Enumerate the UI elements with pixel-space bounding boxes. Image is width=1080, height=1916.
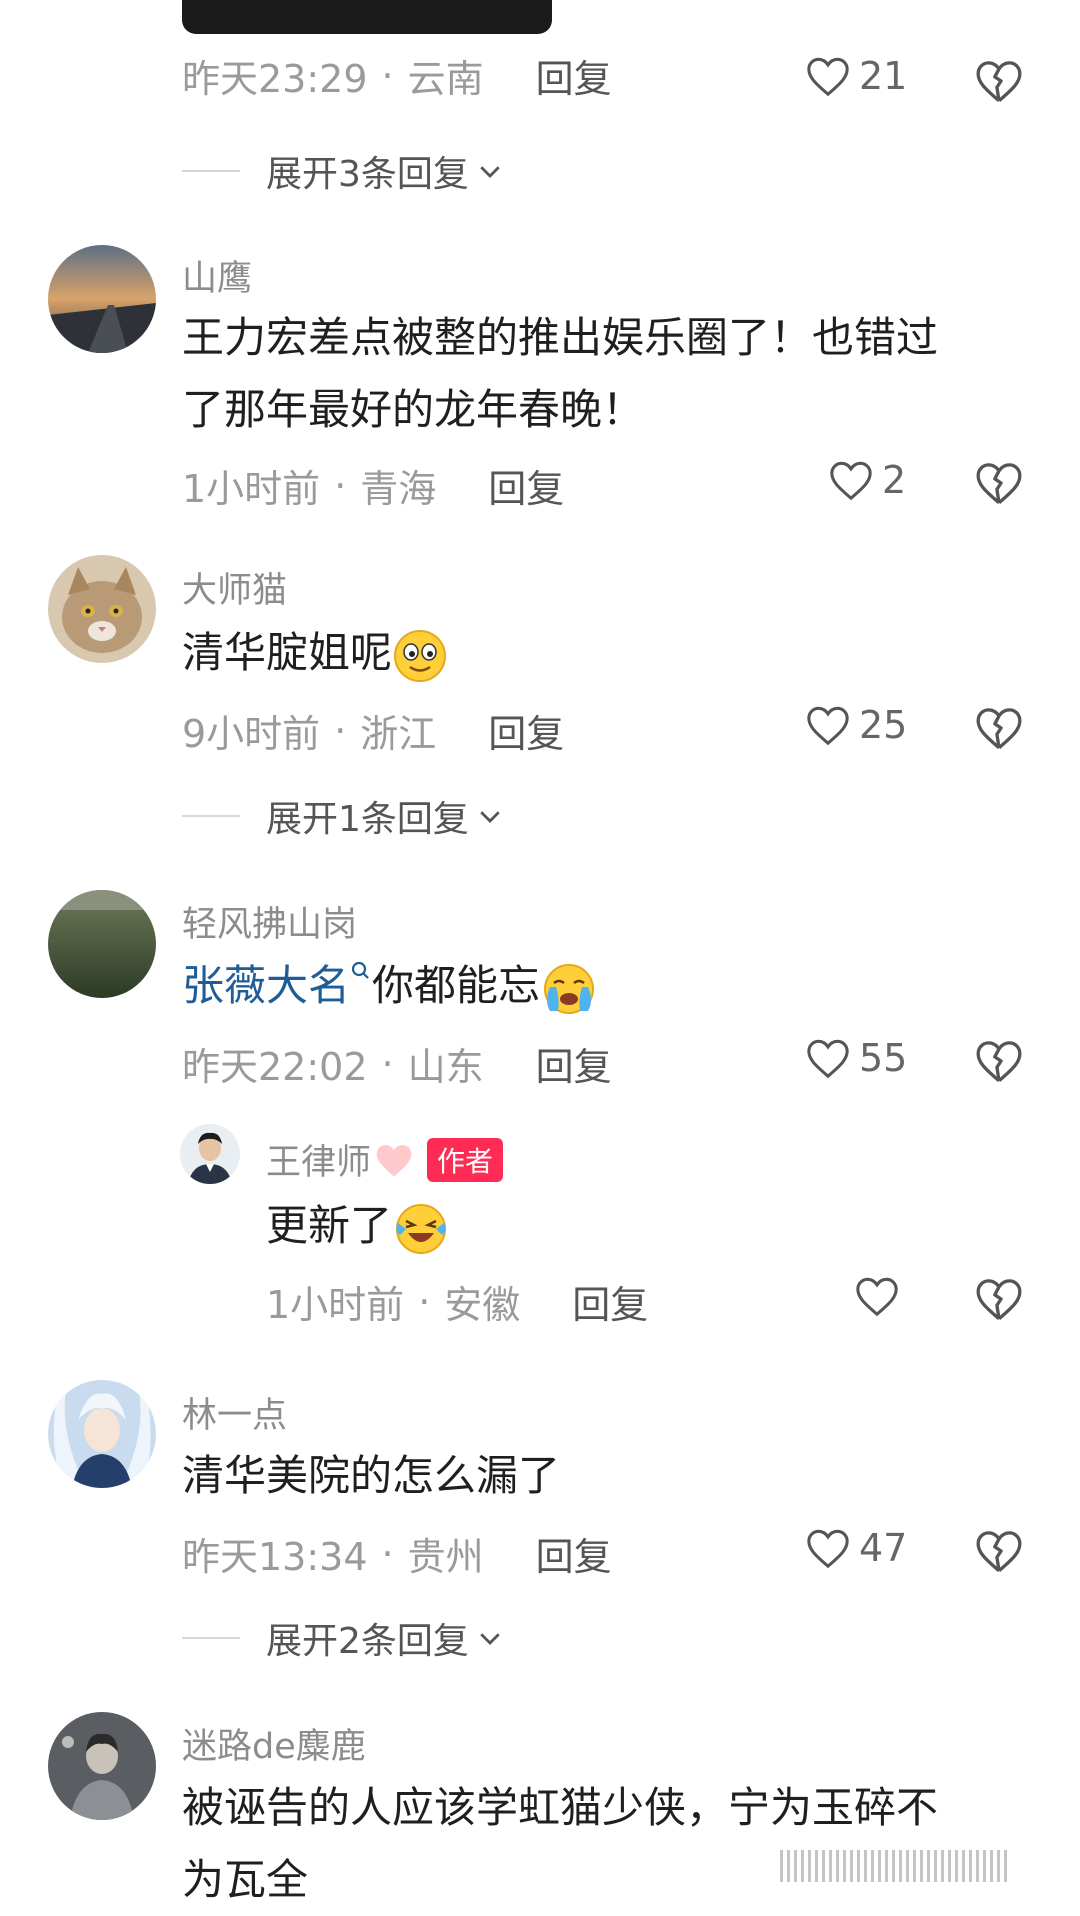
heart-outline-icon	[830, 461, 872, 501]
heart-outline-icon	[807, 706, 849, 746]
like-button[interactable]	[854, 1274, 900, 1318]
comment-meta: 9小时前 · 浙江 回复	[182, 703, 564, 758]
comment-text: 王力宏差点被整的推出娱乐圈了！也错过	[182, 313, 939, 362]
reply-button[interactable]: 回复	[488, 458, 564, 513]
like-count: 25	[859, 703, 908, 747]
divider-line	[182, 815, 240, 817]
heart-outline-icon	[856, 1277, 898, 1317]
reply-meta: 1小时前 · 安徽 回复	[266, 1274, 648, 1329]
broken-heart-icon[interactable]	[974, 458, 1024, 508]
username[interactable]: 山鹰	[182, 250, 252, 301]
like-button[interactable]: 21	[805, 54, 907, 98]
reply-button[interactable]: 回复	[536, 1526, 612, 1581]
like-button[interactable]: 25	[805, 703, 907, 747]
comment-text-body: 你都能忘	[372, 961, 541, 1010]
comment-text-body: 清华腚姐呢	[182, 628, 393, 677]
comment-meta: 1小时前 · 青海 回复	[182, 458, 564, 513]
like-count: 2	[882, 458, 907, 502]
reply-button[interactable]: 回复	[536, 1036, 612, 1091]
reply-text: 更新了	[266, 1190, 450, 1262]
reply-time: 1小时前	[266, 1283, 405, 1327]
separator-dot: ·	[381, 1531, 394, 1576]
broken-heart-icon[interactable]	[974, 703, 1024, 753]
comment-meta: 昨天22:02 · 山东 回复	[182, 1036, 612, 1091]
expand-replies[interactable]: 展开3条回复	[182, 145, 505, 197]
reply-username-row: 王律师 作者	[266, 1134, 504, 1185]
separator-dot: ·	[418, 1279, 431, 1324]
comment-location: 青海	[360, 467, 437, 511]
reply-avatar[interactable]	[180, 1124, 240, 1184]
search-icon[interactable]	[350, 960, 372, 986]
comment-location: 云南	[407, 57, 484, 101]
reply-button[interactable]: 回复	[572, 1274, 648, 1329]
broken-heart-icon[interactable]	[974, 56, 1024, 106]
pink-heart-icon	[376, 1144, 412, 1176]
like-button[interactable]: 55	[805, 1036, 907, 1080]
avatar[interactable]	[48, 1380, 156, 1488]
comment-time: 1小时前	[182, 467, 321, 511]
comment-location: 浙江	[360, 712, 437, 756]
comment-text: 为瓦全	[182, 1855, 309, 1904]
reply-username[interactable]: 王律师	[266, 1134, 371, 1185]
heart-outline-icon	[807, 1039, 849, 1079]
broken-heart-icon[interactable]	[974, 1274, 1024, 1324]
like-button[interactable]: 2	[828, 458, 906, 502]
crying-emoji-icon	[544, 963, 595, 1014]
broken-heart-icon[interactable]	[974, 1526, 1024, 1576]
comment-text: 清华美院的怎么漏了	[182, 1451, 561, 1500]
like-button[interactable]: 47	[805, 1526, 907, 1570]
comment-meta: 昨天23:29 · 云南 回复	[182, 48, 612, 103]
avatar[interactable]	[48, 1712, 156, 1820]
laughing-crying-emoji-icon	[396, 1203, 447, 1254]
username[interactable]: 迷路de麋鹿	[182, 1718, 366, 1769]
expand-label: 展开2条回复	[266, 1621, 469, 1662]
comment-location: 山东	[407, 1045, 484, 1089]
comment-text: 清华腚姐呢	[182, 617, 448, 689]
like-count: 47	[859, 1526, 908, 1570]
reply-button[interactable]: 回复	[536, 48, 612, 103]
smiley-emoji-icon	[394, 629, 447, 682]
expand-label: 展开3条回复	[266, 154, 469, 195]
avatar[interactable]	[48, 555, 156, 663]
comment-meta: 昨天13:34 · 贵州 回复	[182, 1526, 612, 1581]
watermark	[780, 1850, 1010, 1882]
clipped-comment-image	[182, 0, 552, 34]
reply-button[interactable]: 回复	[488, 703, 564, 758]
like-count: 55	[859, 1036, 908, 1080]
comment-time: 昨天13:34	[182, 1535, 368, 1579]
chevron-down-icon	[480, 1633, 500, 1645]
expand-replies[interactable]: 展开2条回复	[182, 1612, 505, 1664]
comment-time: 9小时前	[182, 712, 321, 756]
like-count: 21	[859, 54, 908, 98]
divider-line	[182, 170, 240, 172]
heart-outline-icon	[807, 57, 849, 97]
chevron-down-icon	[480, 166, 500, 178]
chevron-down-icon	[480, 811, 500, 823]
search-link[interactable]: 张薇大名	[182, 961, 350, 1010]
author-badge: 作者	[427, 1137, 504, 1182]
comment-text: 被诬告的人应该学虹猫少侠，宁为玉碎不	[182, 1783, 939, 1832]
comment-text: 了那年最好的龙年春晚！	[182, 385, 645, 434]
separator-dot: ·	[381, 1041, 394, 1086]
comment-text: 张薇大名 你都能忘	[182, 950, 598, 1022]
reply-location: 安徽	[444, 1283, 521, 1327]
username[interactable]: 大师猫	[182, 562, 287, 613]
avatar[interactable]	[48, 245, 156, 353]
reply-text-body: 更新了	[266, 1201, 393, 1250]
avatar[interactable]	[48, 890, 156, 998]
expand-label: 展开1条回复	[266, 799, 469, 840]
separator-dot: ·	[381, 53, 394, 98]
comment-time: 昨天22:02	[182, 1045, 368, 1089]
divider-line	[182, 1637, 240, 1639]
comment-time: 昨天23:29	[182, 57, 368, 101]
username[interactable]: 林一点	[182, 1387, 287, 1438]
username[interactable]: 轻风拂山岗	[182, 896, 357, 947]
expand-replies[interactable]: 展开1条回复	[182, 790, 505, 842]
separator-dot: ·	[334, 708, 347, 753]
separator-dot: ·	[334, 463, 347, 508]
broken-heart-icon[interactable]	[974, 1036, 1024, 1086]
comment-location: 贵州	[407, 1535, 484, 1579]
heart-outline-icon	[807, 1529, 849, 1569]
